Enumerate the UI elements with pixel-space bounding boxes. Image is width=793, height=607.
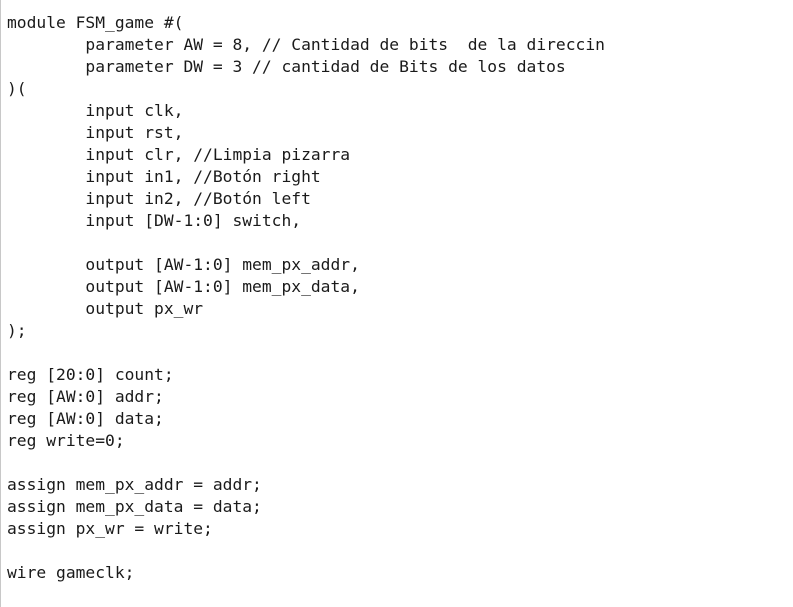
code-line-23[interactable]: assign mem_px_data = data; bbox=[7, 496, 605, 518]
code-line-2[interactable]: parameter AW = 8, // Cantidad de bits de… bbox=[7, 34, 605, 56]
code-line-9[interactable]: input in2, //Botón left bbox=[7, 188, 605, 210]
editor-left-border bbox=[0, 0, 1, 607]
code-line-12[interactable]: output [AW-1:0] mem_px_addr, bbox=[7, 254, 605, 276]
code-line-20[interactable]: reg write=0; bbox=[7, 430, 605, 452]
code-line-17[interactable]: reg [20:0] count; bbox=[7, 364, 605, 386]
code-line-7[interactable]: input clr, //Limpia pizarra bbox=[7, 144, 605, 166]
code-line-4[interactable]: )( bbox=[7, 78, 605, 100]
code-line-6[interactable]: input rst, bbox=[7, 122, 605, 144]
code-line-1[interactable]: module FSM_game #( bbox=[7, 12, 605, 34]
code-line-3[interactable]: parameter DW = 3 // cantidad de Bits de … bbox=[7, 56, 605, 78]
code-line-11[interactable] bbox=[7, 232, 605, 254]
code-editor[interactable]: module FSM_game #( parameter AW = 8, // … bbox=[0, 0, 793, 607]
code-line-25[interactable] bbox=[7, 540, 605, 562]
code-line-19[interactable]: reg [AW:0] data; bbox=[7, 408, 605, 430]
code-line-15[interactable]: ); bbox=[7, 320, 605, 342]
code-line-14[interactable]: output px_wr bbox=[7, 298, 605, 320]
code-line-24[interactable]: assign px_wr = write; bbox=[7, 518, 605, 540]
code-line-5[interactable]: input clk, bbox=[7, 100, 605, 122]
code-line-21[interactable] bbox=[7, 452, 605, 474]
code-line-18[interactable]: reg [AW:0] addr; bbox=[7, 386, 605, 408]
code-content[interactable]: module FSM_game #( parameter AW = 8, // … bbox=[7, 12, 605, 584]
code-line-13[interactable]: output [AW-1:0] mem_px_data, bbox=[7, 276, 605, 298]
code-line-10[interactable]: input [DW-1:0] switch, bbox=[7, 210, 605, 232]
code-line-8[interactable]: input in1, //Botón right bbox=[7, 166, 605, 188]
code-line-22[interactable]: assign mem_px_addr = addr; bbox=[7, 474, 605, 496]
code-line-26[interactable]: wire gameclk; bbox=[7, 562, 605, 584]
code-line-16[interactable] bbox=[7, 342, 605, 364]
